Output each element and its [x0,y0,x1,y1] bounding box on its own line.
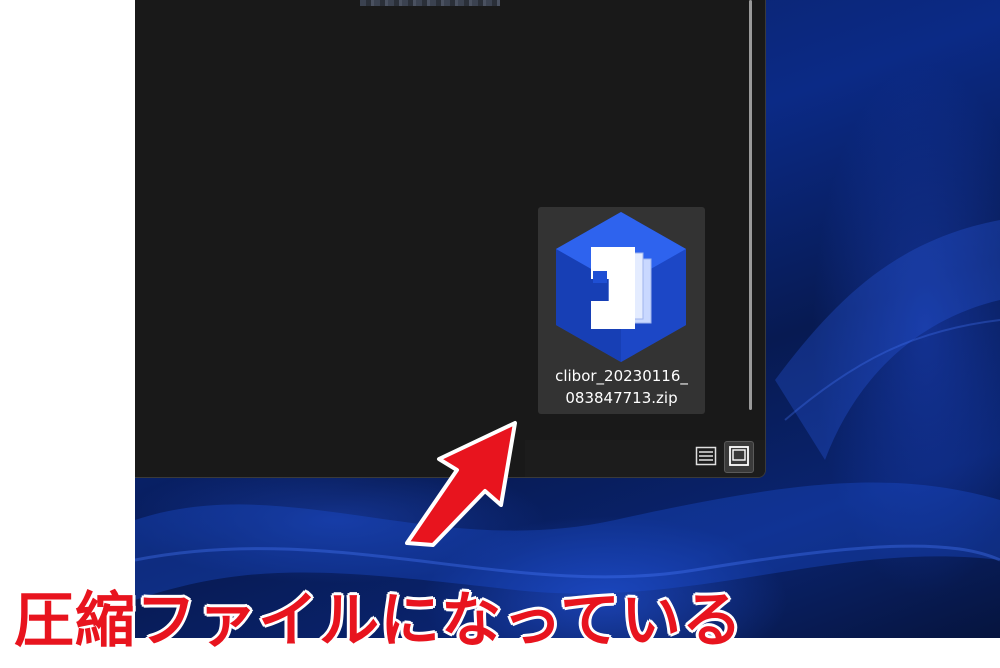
scrollbar-thumb[interactable] [749,0,752,410]
zip-archive-icon [551,209,691,369]
red-arrow-icon [395,415,525,554]
large-icons-view-icon [728,445,750,470]
annotation-caption: 圧縮ファイルになっている [14,586,743,656]
file-item-zip[interactable]: clibor_20230116_ 083847713.zip [538,207,705,414]
vertical-scrollbar[interactable] [747,0,755,412]
partial-thumbnail [360,0,500,6]
file-explorer-window: clibor_20230116_ 083847713.zip [135,0,766,478]
file-name-label: clibor_20230116_ 083847713.zip [555,367,688,407]
details-view-button[interactable] [691,441,721,473]
details-view-icon [695,445,717,470]
large-icons-view-button[interactable] [724,441,754,473]
